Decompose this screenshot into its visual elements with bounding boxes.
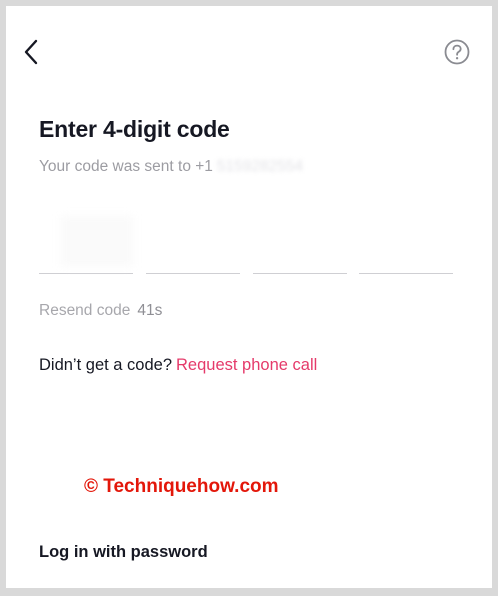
- no-code-text: Didn’t get a code?: [39, 356, 173, 374]
- code-sent-subtitle: Your code was sent to +1 5159282554: [39, 158, 303, 176]
- chevron-left-icon: [24, 39, 38, 65]
- page-title: Enter 4-digit code: [39, 116, 230, 142]
- code-digit-2[interactable]: [146, 206, 240, 274]
- help-button[interactable]: [444, 39, 470, 65]
- question-circle-icon: [444, 39, 470, 65]
- code-input-group: [39, 206, 454, 278]
- verification-screen: Enter 4-digit code Your code was sent to…: [6, 6, 492, 588]
- resend-code-label: Resend code: [39, 302, 131, 319]
- back-button[interactable]: [18, 36, 44, 68]
- code-digit-1[interactable]: [39, 206, 133, 274]
- code-digit-4[interactable]: [359, 206, 453, 274]
- resend-code-row: Resend code 41s: [39, 302, 162, 320]
- phone-number: 5159282554: [216, 158, 304, 175]
- code-digit-3[interactable]: [253, 206, 347, 274]
- watermark: © Techniquehow.com: [84, 476, 279, 497]
- login-with-password-link[interactable]: Log in with password: [39, 543, 208, 562]
- resend-timer: 41s: [137, 302, 163, 319]
- subtitle-prefix: Your code was sent to +1: [39, 158, 213, 175]
- request-phone-call-link[interactable]: Request phone call: [176, 356, 317, 374]
- no-code-row: Didn’t get a code? Request phone call: [39, 356, 317, 375]
